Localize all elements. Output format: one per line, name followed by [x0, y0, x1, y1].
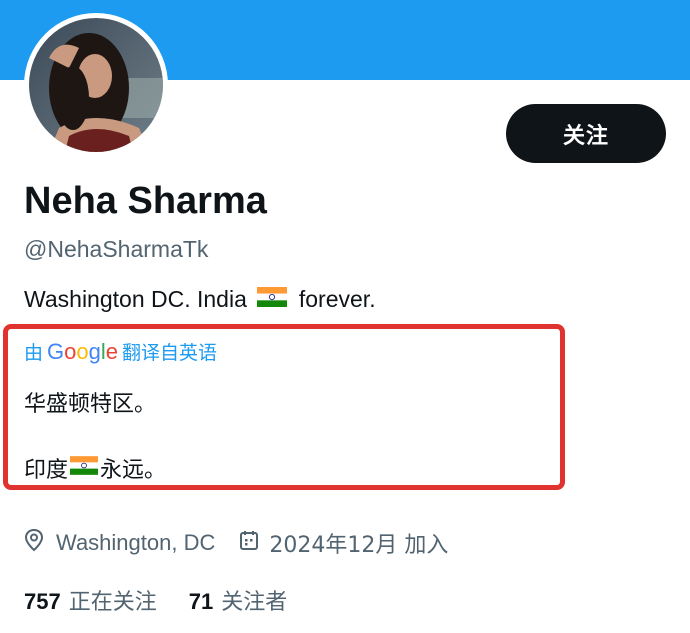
google-logo: Google	[47, 338, 119, 364]
following-label: 正在关注	[68, 590, 157, 615]
avatar[interactable]	[24, 13, 168, 157]
profile-bio: Washington DC. India forever.	[24, 286, 376, 313]
translated-line-2: 印度 永远。	[24, 452, 166, 484]
profile-handle: @NehaSharmaTk	[24, 236, 209, 262]
followers-count: 71	[188, 589, 214, 614]
india-flag-icon	[256, 286, 287, 313]
india-flag-icon	[70, 455, 99, 481]
translated-by-label: 由	[24, 342, 44, 364]
follow-button[interactable]: 关注	[506, 104, 666, 163]
profile-name: Neha Sharma	[24, 180, 267, 222]
translated-line-2-before: 印度	[24, 458, 69, 483]
following-count: 757	[24, 589, 61, 614]
calendar-icon	[239, 529, 259, 557]
bio-text-before: Washington DC. India	[24, 286, 247, 312]
following-link[interactable]: 757 正在关注	[24, 584, 157, 616]
followers-link[interactable]: 71 关注者	[189, 584, 288, 616]
follow-stats: 757 正在关注 71 关注者	[24, 584, 287, 616]
profile-page: 关注 Neha Sharma @NehaSharmaTk Washington …	[0, 0, 690, 633]
bio-text-after: forever.	[298, 286, 376, 312]
translated-line-2-after: 永远。	[100, 458, 167, 483]
translated-from-label: 翻译自英语	[122, 342, 218, 364]
location-pin-icon	[24, 528, 44, 558]
followers-label: 关注者	[221, 590, 288, 615]
profile-meta: Washington, DC 2024年12月 加入	[24, 527, 448, 559]
avatar-photo	[29, 18, 163, 152]
location-text: Washington, DC	[56, 530, 216, 555]
translation-attribution[interactable]: 由 Google 翻译自英语	[24, 338, 217, 365]
joined-date: 2024年12月 加入	[269, 533, 449, 558]
translated-line-1: 华盛顿特区。	[24, 392, 157, 417]
